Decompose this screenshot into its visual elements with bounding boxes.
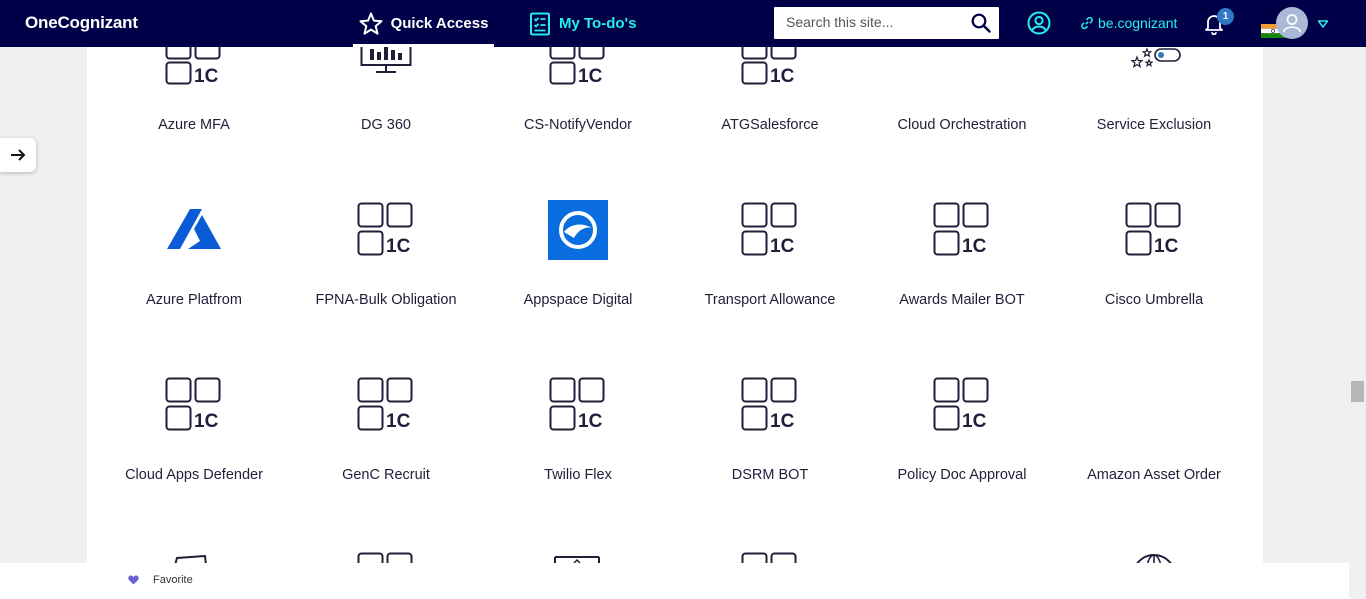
globe-icon (1136, 554, 1172, 563)
tab-my-todo[interactable]: My To-do's (529, 0, 636, 47)
app-1c-icon: 1C (741, 202, 797, 257)
be-cognizant-link[interactable]: be.cognizant (1080, 15, 1177, 31)
svg-text:1C: 1C (1154, 236, 1179, 257)
tab-quick-access-label: Quick Access (390, 15, 489, 32)
app-1c-icon: 1C (165, 47, 221, 85)
tile-label: Cloud Apps Defender (125, 467, 263, 483)
svg-text:1C: 1C (770, 236, 795, 257)
app-1c-icon: 1C (549, 377, 605, 432)
app-1c-icon: 1C (933, 202, 989, 257)
app-1c-icon: 1C (549, 47, 605, 85)
tile-azure-platfrom[interactable]: Azure Platfrom (98, 197, 290, 317)
monitor-icon (360, 47, 412, 73)
svg-text:1C: 1C (578, 66, 603, 85)
search-icon[interactable] (971, 13, 991, 33)
favorite-filter[interactable]: Favorite (128, 574, 193, 586)
tile-label: FPNA-Bulk Obligation (315, 292, 457, 308)
link-icon (1081, 16, 1093, 30)
tile-label: Service Exclusion (1096, 117, 1212, 133)
tile-service-exclusion[interactable]: Service Exclusion (1058, 47, 1250, 142)
tile-label: Cloud Orchestration (897, 117, 1027, 133)
tab-my-todo-label: My To-do's (559, 15, 637, 32)
svg-text:1C: 1C (962, 411, 987, 432)
top-navigation-bar: OneCognizant Quick Access My To-do's Sea… (0, 0, 1366, 47)
quick-access-grid: 1C Azure MFA DG 360 1C CS-NotifyVendor 1… (87, 47, 1263, 563)
app-1c-icon: 1C (357, 377, 413, 432)
tile-label: ATGSalesforce (721, 117, 819, 133)
svg-text:1C: 1C (962, 236, 987, 257)
search-box (774, 7, 999, 39)
tile-label: Awards Mailer BOT (899, 292, 1025, 308)
svg-text:1C: 1C (386, 411, 411, 432)
app-1c-icon (741, 552, 797, 563)
tile-label: CS-NotifyVendor (524, 117, 632, 133)
svg-text:1C: 1C (770, 411, 795, 432)
user-profile-icon[interactable] (1027, 11, 1051, 35)
chevron-down-icon[interactable] (1317, 19, 1329, 29)
tile-appspace-digital[interactable]: Appspace Digital (482, 197, 674, 317)
avatar[interactable] (1276, 7, 1308, 39)
scrollbar-thumb[interactable] (1351, 381, 1364, 402)
svg-text:1C: 1C (578, 411, 603, 432)
tile-dsrm-bot[interactable]: 1C DSRM BOT (674, 372, 866, 492)
azure-logo-icon (167, 209, 221, 249)
tile-azure-mfa[interactable]: 1C Azure MFA (98, 47, 290, 142)
card-icon (174, 555, 207, 563)
checklist-icon (530, 12, 550, 35)
tile-label: DSRM BOT (731, 467, 809, 483)
tile-genc-recruit[interactable]: 1C GenC Recruit (290, 372, 482, 492)
window-icon (554, 556, 600, 563)
tile-awards-mailer-bot[interactable]: 1C Awards Mailer BOT (866, 197, 1058, 317)
search-input[interactable] (774, 7, 971, 37)
heart-icon (128, 575, 139, 585)
tile-label: Amazon Asset Order (1087, 467, 1221, 483)
star-icon (359, 12, 383, 35)
appspace-logo-icon (548, 200, 608, 260)
tile-label: DG 360 (361, 117, 411, 133)
tile-label: Azure Platfrom (146, 292, 242, 308)
bottom-bar: Favorite (0, 563, 1349, 599)
tile-cloud-apps-defender[interactable]: 1C Cloud Apps Defender (98, 372, 290, 492)
tile-label: Azure MFA (158, 117, 230, 133)
brand-logo[interactable]: OneCognizant (25, 13, 138, 33)
app-1c-icon: 1C (933, 377, 989, 432)
svg-text:1C: 1C (386, 236, 411, 257)
tab-quick-access[interactable]: Quick Access (353, 0, 494, 47)
arrow-right-icon (11, 149, 26, 161)
sidebar-expand-button[interactable] (0, 138, 36, 172)
tile-cs-notifyvendor[interactable]: 1C CS-NotifyVendor (482, 47, 674, 142)
app-1c-icon: 1C (165, 377, 221, 432)
tile-cisco-umbrella[interactable]: 1C Cisco Umbrella (1058, 197, 1250, 317)
tile-label: Policy Doc Approval (897, 467, 1027, 483)
tile-label: Cisco Umbrella (1104, 292, 1204, 308)
tile-label: Twilio Flex (544, 467, 612, 483)
app-1c-icon (357, 552, 413, 563)
tile-policy-doc-approval[interactable]: 1C Policy Doc Approval (866, 372, 1058, 492)
tile-transport-allowance[interactable]: 1C Transport Allowance (674, 197, 866, 317)
tile-label: GenC Recruit (342, 467, 430, 483)
favorite-label: Favorite (153, 574, 193, 586)
app-1c-icon: 1C (1125, 202, 1181, 257)
tile-dg-360[interactable]: DG 360 (290, 47, 482, 142)
app-1c-icon: 1C (741, 47, 797, 85)
svg-text:1C: 1C (194, 66, 219, 85)
tile-fpna-bulk-obligation[interactable]: 1C FPNA-Bulk Obligation (290, 197, 482, 317)
be-cognizant-label: be.cognizant (1098, 15, 1178, 31)
tile-label: Appspace Digital (523, 292, 633, 308)
notification-badge: 1 (1217, 8, 1234, 25)
svg-text:1C: 1C (770, 66, 795, 85)
stars-toggle-icon (1130, 47, 1181, 68)
tile-label: Transport Allowance (704, 292, 836, 308)
tile-amazon-asset-order[interactable]: Amazon Asset Order (1058, 372, 1250, 492)
app-1c-icon: 1C (357, 202, 413, 257)
app-1c-icon: 1C (741, 377, 797, 432)
svg-text:1C: 1C (194, 411, 219, 432)
tile-atgsalesforce[interactable]: 1C ATGSalesforce (674, 47, 866, 142)
tile-cloud-orchestration[interactable]: Cloud Orchestration (866, 47, 1058, 142)
tile-twilio-flex[interactable]: 1C Twilio Flex (482, 372, 674, 492)
